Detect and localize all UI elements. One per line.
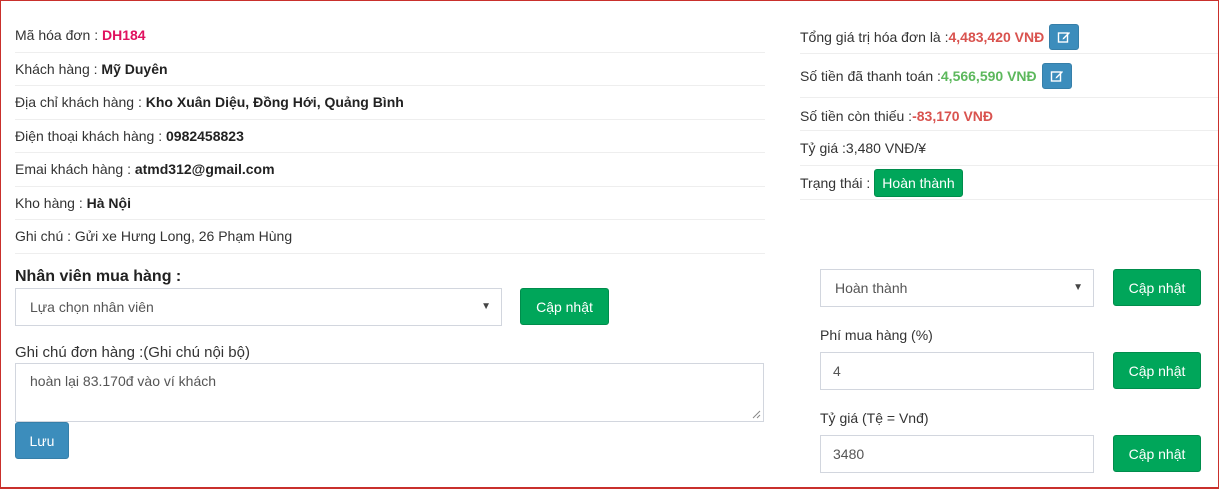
phone-value: 0982458823 [166,127,244,144]
status-select[interactable]: Hoàn thành ▼ [820,269,1094,307]
email-row: Emai khách hàng : atmd312@gmail.com [15,153,765,187]
paid-value: 4,566,590 VNĐ [940,67,1037,84]
order-summary: Tổng giá trị hóa đơn là : 4,483,420 VNĐ … [800,20,1218,200]
address-value: Kho Xuân Diệu, Đồng Hới, Quảng Bình [145,94,404,110]
status-badge: Hoàn thành [874,168,963,197]
rate-label: Tỷ giá : [800,140,846,156]
rate-input[interactable]: 3480 [820,435,1094,473]
staff-heading: Nhân viên mua hàng : [15,268,182,285]
due-label: Số tiền còn thiếu : [800,108,913,124]
edit-icon [1058,31,1071,43]
status-row: Trạng thái : Hoàn thành [800,166,1218,200]
fee-label: Phí mua hàng (%) [820,327,933,343]
fee-update-button[interactable]: Cập nhật [1113,352,1201,389]
order-info-list: Mã hóa đơn : DH184 Khách hàng : Mỹ Duyên… [15,19,765,254]
staff-update-button[interactable]: Cập nhật [520,288,609,325]
order-code-row: Mã hóa đơn : DH184 [15,19,765,53]
note-value: Gửi xe Hưng Long, 26 Phạm Hùng [74,228,293,244]
total-row: Tổng giá trị hóa đơn là : 4,483,420 VNĐ [800,20,1218,54]
rate-input-value: 3480 [833,446,865,462]
paid-label: Số tiền đã thanh toán : [800,67,941,84]
resize-handle-icon[interactable] [752,410,761,419]
note-label: Ghi chú : [15,228,75,244]
address-row: Địa chỉ khách hàng : Kho Xuân Diệu, Đồng… [15,86,765,120]
due-row: Số tiền còn thiếu : -83,170 VNĐ [800,98,1218,131]
status-select-value: Hoàn thành [835,280,908,296]
warehouse-row: Kho hàng : Hà Nội [15,187,765,220]
warehouse-label: Kho hàng : [15,194,87,211]
edit-paid-button[interactable] [1041,62,1072,89]
rate-row: Tỷ giá : 3,480 VNĐ/¥ [800,131,1218,166]
edit-icon [1050,70,1063,82]
due-value: -83,170 VNĐ [912,108,994,124]
phone-label: Điện thoại khách hàng : [15,127,166,144]
save-note-button[interactable]: Lưu [15,422,69,459]
paid-row: Số tiền đã thanh toán : 4,566,590 VNĐ [800,54,1218,98]
warehouse-value: Hà Nội [86,194,131,211]
customer-value: Mỹ Duyên [101,60,168,77]
phone-row: Điện thoại khách hàng : 0982458823 [15,120,765,153]
fee-input-value: 4 [833,363,841,379]
fee-input[interactable]: 4 [820,352,1094,390]
internal-note-textarea[interactable]: hoàn lại 83.170đ vào ví khách [15,363,764,422]
status-label: Trạng thái : [800,174,871,191]
caret-down-icon: ▼ [1073,282,1083,293]
order-code-value: DH184 [102,27,146,43]
rate-form-label: Tỷ giá (Tệ = Vnđ) [820,410,929,426]
address-label: Địa chỉ khách hàng : [15,94,146,110]
email-label: Emai khách hàng : [15,161,135,177]
customer-label: Khách hàng : [15,60,102,77]
total-value: 4,483,420 VNĐ [948,28,1045,45]
caret-down-icon: ▼ [481,301,491,312]
customer-row: Khách hàng : Mỹ Duyên [15,53,765,86]
rate-update-button[interactable]: Cập nhật [1113,435,1201,472]
note-row: Ghi chú : Gửi xe Hưng Long, 26 Phạm Hùng [15,220,765,254]
edit-total-button[interactable] [1049,23,1080,50]
email-value: atmd312@gmail.com [134,161,275,177]
status-update-button[interactable]: Cập nhật [1113,269,1201,306]
staff-select[interactable]: Lựa chọn nhân viên ▼ [15,288,502,326]
internal-note-value: hoàn lại 83.170đ vào ví khách [30,373,217,389]
internal-note-label: Ghi chú đơn hàng :(Ghi chú nội bộ) [15,344,250,361]
rate-value: 3,480 VNĐ/¥ [845,140,927,156]
total-label: Tổng giá trị hóa đơn là : [800,28,949,45]
order-code-label: Mã hóa đơn : [15,27,103,43]
staff-select-value: Lựa chọn nhân viên [30,299,154,315]
